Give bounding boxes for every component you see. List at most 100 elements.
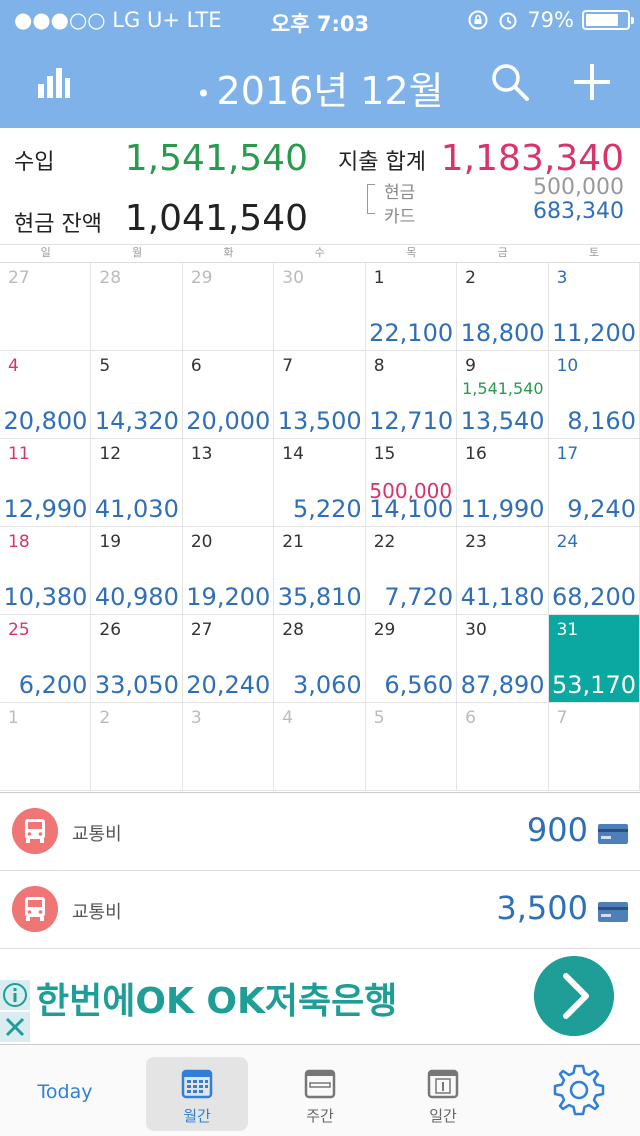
gear-icon[interactable]	[552, 1063, 606, 1117]
info-icon[interactable]	[0, 980, 30, 1010]
day-number: 2	[99, 708, 111, 728]
calendar-day-cell[interactable]: 30 87,890	[457, 615, 549, 703]
day-number: 28	[99, 268, 122, 288]
credit-card-icon	[598, 824, 628, 844]
calendar-day-cell[interactable]: 5 14,320	[91, 351, 183, 439]
calendar-day-cell[interactable]: 24 68,200	[548, 527, 640, 615]
calendar-day-cell[interactable]: 1	[0, 703, 92, 791]
transaction-category: 교통비	[72, 824, 122, 845]
calendar-day-cell[interactable]: 2 18,800	[457, 263, 549, 351]
day-expense: 35,810	[277, 583, 362, 611]
search-icon[interactable]	[490, 62, 530, 102]
calendar-day-cell[interactable]: 19 40,980	[91, 527, 183, 615]
tab-month-label: 월간	[183, 1107, 211, 1125]
calendar-day-cell[interactable]: 28 3,060	[274, 615, 366, 703]
day-number: 29	[190, 268, 213, 288]
day-expense: 53,170	[552, 671, 636, 699]
calendar-day-cell[interactable]: 20 19,200	[182, 527, 275, 615]
transaction-row[interactable]: 교통비 900	[0, 793, 640, 871]
tab-today-label: Today	[37, 1081, 93, 1103]
calendar-day-cell[interactable]: 22 7,720	[365, 527, 458, 615]
bracket-divider	[367, 184, 375, 214]
close-icon[interactable]	[0, 1012, 30, 1042]
add-icon[interactable]	[570, 60, 614, 104]
calendar-day-cell[interactable]: 29	[182, 263, 275, 351]
calendar-day-cell[interactable]: 28	[91, 263, 183, 351]
calendar-day-cell[interactable]: 14 5,220	[274, 439, 366, 527]
calendar-day-cell[interactable]: 18 10,380	[0, 527, 92, 615]
balance-value: 1,041,540	[124, 198, 308, 239]
calendar-day-cell[interactable]: 6	[457, 703, 549, 791]
day-number: 23	[465, 532, 487, 552]
calendar-day-cell[interactable]: 5	[365, 703, 458, 791]
calendar-day-cell[interactable]: 26 33,050	[91, 615, 183, 703]
calendar-day-cell[interactable]: 4 20,800	[0, 351, 92, 439]
day-expense: 6,560	[384, 671, 454, 699]
calendar-day-cell[interactable]: 11 12,990	[0, 439, 92, 527]
day-expense: 33,050	[94, 671, 179, 699]
calendar-day-cell[interactable]: 27	[0, 263, 92, 351]
calendar-day-cell[interactable]: 15 500,000 14,100	[365, 439, 458, 527]
calendar-day-cell[interactable]: 9 1,541,540 13,540	[457, 351, 549, 439]
calendar-day-cell[interactable]: 27 20,240	[182, 615, 275, 703]
status-right: 79%	[467, 8, 634, 32]
calendar-day-cell[interactable]: 21 35,810	[274, 527, 366, 615]
tab-week[interactable]: 주간	[270, 1057, 370, 1131]
day-number: 17	[556, 444, 579, 464]
calendar-day-cell[interactable]: 2	[91, 703, 183, 791]
month-dot: •	[196, 79, 211, 108]
calendar-day-cell[interactable]: 23 41,180	[457, 527, 549, 615]
calendar-day-cell[interactable]: 16 11,990	[457, 439, 549, 527]
day-expense: 12,990	[3, 495, 88, 523]
calendar-day-cell[interactable]: 12 41,030	[91, 439, 183, 527]
calendar-day-cell[interactable]: 25 6,200	[0, 615, 92, 703]
day-number: 3	[190, 708, 202, 728]
day-expense: 41,180	[460, 583, 545, 611]
day-expense: 68,200	[552, 583, 636, 611]
day-number: 21	[282, 532, 304, 552]
calendar-day-cell[interactable]: 8 12,710	[365, 351, 458, 439]
day-expense: 20,800	[3, 407, 88, 435]
day-expense: 41,030	[94, 495, 179, 523]
day-number: 24	[556, 532, 579, 552]
transaction-row[interactable]: 교통비 3,500	[0, 871, 640, 949]
calendar-day-cell[interactable]: 6 20,000	[182, 351, 275, 439]
month-title[interactable]: • 2016년 12월	[0, 60, 640, 115]
calendar-day-cell[interactable]: 31 53,170	[548, 615, 640, 703]
day-number: 1	[373, 268, 385, 288]
calendar-day-cell[interactable]: 4	[274, 703, 366, 791]
tab-day[interactable]: 일간	[393, 1057, 493, 1131]
day-income: 1,541,540	[462, 379, 544, 398]
tab-today[interactable]: Today	[20, 1057, 110, 1131]
calendar-day-cell[interactable]: 3 11,200	[548, 263, 640, 351]
ad-banner[interactable]: 한번에OK OK저축은행	[0, 952, 640, 1044]
calendar-day-cell[interactable]: 10 8,160	[548, 351, 640, 439]
calendar-day-cell[interactable]: 30	[274, 263, 366, 351]
weekday-label: 수	[314, 246, 325, 259]
calendar-day-cell[interactable]: 17 9,240	[548, 439, 640, 527]
day-number: 16	[465, 444, 487, 464]
credit-card-icon	[598, 902, 628, 922]
bus-icon	[12, 886, 58, 932]
ad-text[interactable]: 한번에OK OK저축은행	[36, 972, 397, 1024]
day-expense: 10,380	[3, 583, 88, 611]
day-expense: 14,320	[94, 407, 179, 435]
calendar-day-cell[interactable]: 29 6,560	[365, 615, 458, 703]
day-expense: 8,160	[567, 407, 636, 435]
day-expense: 3,060	[292, 671, 362, 699]
chevron-right-icon[interactable]	[534, 956, 614, 1036]
calendar-day-cell[interactable]: 3	[182, 703, 275, 791]
cash-value: 500,000	[533, 175, 624, 200]
day-expense: 19,200	[186, 583, 271, 611]
calendar-day-cell[interactable]: 7 13,500	[274, 351, 366, 439]
calendar-day-cell[interactable]: 1 22,100	[365, 263, 458, 351]
day-number: 30	[465, 620, 487, 640]
tab-month[interactable]: 월간	[146, 1057, 248, 1131]
day-number: 6	[465, 708, 476, 728]
bus-icon	[12, 808, 58, 854]
day-number: 28	[282, 620, 304, 640]
weekday-label: 토	[588, 246, 600, 259]
day-number: 7	[556, 708, 568, 728]
calendar-day-cell[interactable]: 13	[182, 439, 275, 527]
calendar-day-cell[interactable]: 7	[548, 703, 640, 791]
